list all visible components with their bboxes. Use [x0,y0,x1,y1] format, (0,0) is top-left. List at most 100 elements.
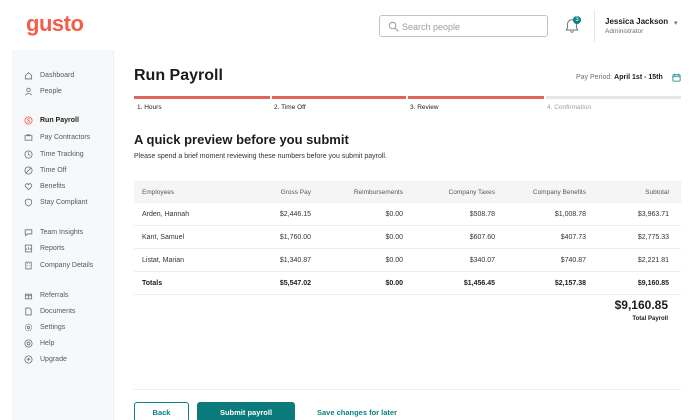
sidebar-item-help[interactable]: Help [24,337,54,349]
sidebar-item-label: Stay Compliant [40,198,88,206]
table-row: Listat, Marian $1,340.87 $0.00 $340.07 $… [134,249,681,272]
company-benefits-cell: $407.73 [560,234,586,241]
sidebar-item-pay-contractors[interactable]: Pay Contractors [24,131,90,143]
sidebar-item-label: Time Tracking [40,150,84,158]
step-review[interactable]: 3. Review [410,104,439,111]
sidebar-item-upgrade[interactable]: Upgrade [24,353,67,365]
pay-period-label: Pay Period: [576,74,613,81]
pay-period: Pay Period: April 1st - 15th [576,74,663,81]
company-taxes-cell: $607.60 [469,234,495,241]
gross-pay-cell: $2,446.15 [279,211,311,218]
company-benefits-cell: $1,008.78 [554,211,586,218]
sidebar-item-label: Help [40,339,55,347]
reimbursements-cell: $0.00 [385,211,403,218]
sidebar-item-label: Settings [40,323,66,331]
dollar-icon [24,115,33,125]
sidebar-item-referrals[interactable]: Referrals [24,289,68,301]
contractor-icon [24,133,33,141]
total-payroll-amount: $9,160.85 [614,298,668,312]
footer-divider [134,389,681,390]
sidebar-item-time-off[interactable]: Time Off [24,164,66,176]
user-name[interactable]: Jessica Jackson [605,17,668,26]
sidebar-item-people[interactable]: People [24,85,62,97]
home-icon [24,71,33,79]
column-header-subtotal: Subtotal [645,189,669,196]
header-divider [594,10,595,42]
reimbursements-cell: $0.00 [385,257,403,264]
sidebar-nav: Dashboard People Run Payroll Pay Contrac… [12,50,114,420]
step-bar-review [408,96,544,99]
sidebar-item-label: Time Off [40,166,67,174]
employee-name: Listat, Marian [142,257,185,264]
step-bar-time-off [272,96,406,99]
step-hours[interactable]: 1. Hours [137,104,162,111]
gross-pay-cell: $1,340.87 [279,257,311,264]
search-icon [388,21,399,32]
subtotal-cell: $3,963.71 [637,211,669,218]
reimbursements-cell: $0.00 [385,234,403,241]
document-icon [25,307,32,315]
sidebar-item-company-details[interactable]: Company Details [24,259,93,271]
save-for-later-button[interactable]: Save changes for later [305,402,409,420]
sidebar-item-label: Team Insights [40,228,84,236]
employee-name: Arden, Hannah [142,211,190,218]
reimbursements-total: $0.00 [385,280,403,287]
step-bar-confirmation [546,96,681,99]
page-title: Run Payroll [134,67,223,84]
step-time-off[interactable]: 2. Time Off [274,104,306,111]
sidebar-item-label: Referrals [40,291,69,299]
section-heading: A quick preview before you submit [134,132,349,147]
sidebar-item-settings[interactable]: Settings [24,321,65,333]
table-row: Arden, Hannah $2,446.15 $0.00 $508.78 $1… [134,203,681,226]
gross-pay-cell: $1,760.00 [279,234,311,241]
company-benefits-cell: $740.87 [560,257,586,264]
back-button[interactable]: Back [134,402,189,420]
sidebar-item-reports[interactable]: Reports [24,242,65,254]
subtotal-total: $9,160.85 [637,280,669,287]
column-header-gross-pay: Gross Pay [280,189,311,196]
sidebar-item-run-payroll[interactable]: Run Payroll [24,114,79,126]
sidebar-item-label: Upgrade [40,355,67,363]
help-icon [24,338,33,348]
chat-icon [24,228,33,237]
gusto-logo[interactable]: gusto [26,11,84,37]
section-description: Please spend a brief moment reviewing th… [134,153,387,160]
table-row: Kant, Samuel $1,760.00 $0.00 $607.60 $40… [134,226,681,249]
column-header-company-taxes: Company Taxes [448,189,496,196]
employee-name: Kant, Samuel [142,234,185,241]
sidebar-item-team-insights[interactable]: Team Insights [24,226,83,238]
sidebar-item-label: Pay Contractors [40,133,91,141]
sidebar-item-stay-compliant[interactable]: Stay Compliant [24,196,87,208]
sidebar-item-time-tracking[interactable]: Time Tracking [24,148,84,160]
totals-label: Totals [142,280,163,287]
user-role: Administrator [605,28,644,35]
company-benefits-total: $2,157.38 [554,280,586,287]
clock-icon [24,149,33,159]
time-off-icon [24,165,33,175]
report-icon [24,244,33,252]
pay-period-value[interactable]: April 1st - 15th [614,74,663,81]
sidebar-item-documents[interactable]: Documents [24,305,75,317]
sidebar-item-label: Dashboard [40,71,75,79]
search-box[interactable] [379,15,548,37]
building-icon [25,261,32,269]
calendar-icon[interactable] [672,73,681,82]
table-header-row: Employees Gross Pay Reimbursements Compa… [134,181,681,203]
company-taxes-total: $1,456.45 [463,280,495,287]
submit-payroll-button[interactable]: Submit payroll [197,402,295,420]
sidebar-item-label: Company Details [40,261,94,269]
upgrade-icon [24,354,33,364]
sidebar-item-label: Run Payroll [40,116,79,124]
sidebar-item-dashboard[interactable]: Dashboard [24,69,74,81]
sidebar-item-benefits[interactable]: Benefits [24,180,65,192]
subtotal-cell: $2,775.33 [637,234,669,241]
chevron-down-icon[interactable]: ▾ [674,19,678,27]
gross-pay-total: $5,547.02 [279,280,311,287]
search-input[interactable] [402,19,542,34]
column-header-company-benefits: Company Benefits [532,189,586,196]
column-header-employees: Employees [142,189,175,196]
heart-icon [24,182,33,190]
subtotal-cell: $2,221.81 [637,257,669,264]
sidebar-item-label: Benefits [40,182,66,190]
step-confirmation: 4. Confirmation [547,104,592,111]
